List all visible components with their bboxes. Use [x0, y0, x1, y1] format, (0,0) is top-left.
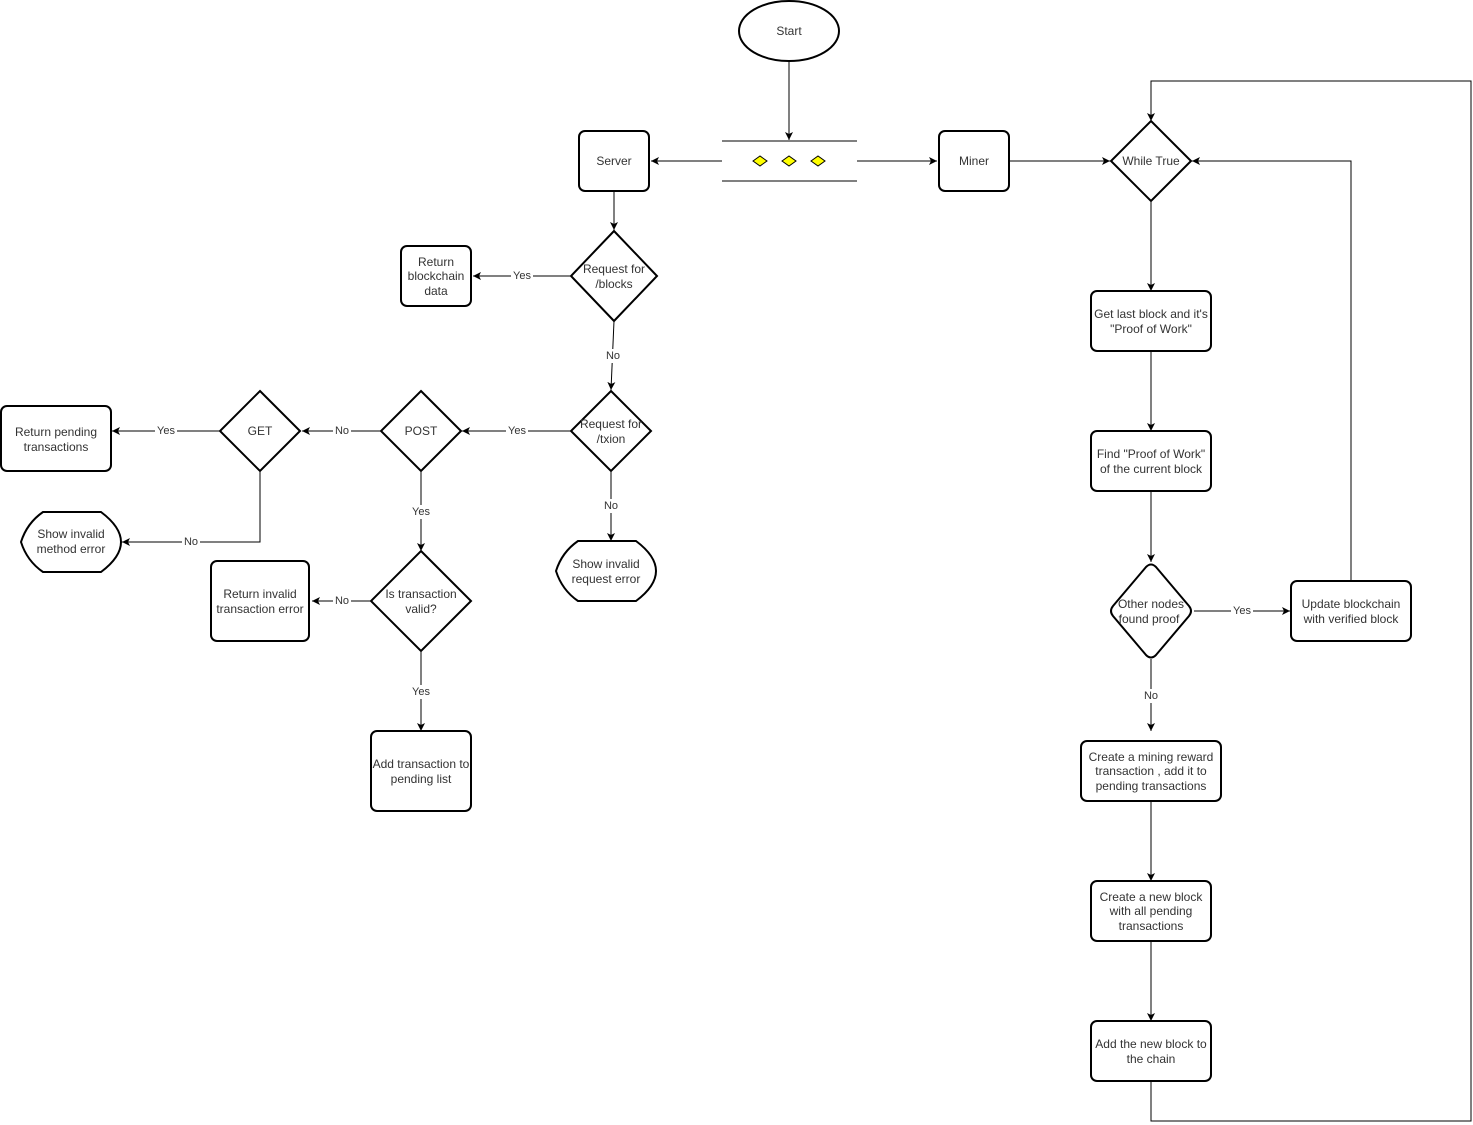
edge-labels: Yes No Yes No No Yes Yes No No Yes Yes N…	[155, 269, 1253, 703]
node-start[interactable]: Start	[738, 0, 840, 62]
svg-text:No: No	[1144, 690, 1158, 702]
node-invalid-request[interactable]: Show invalid request error	[554, 540, 658, 602]
find-pow-label-2: of the current block	[1100, 462, 1203, 476]
find-pow-label-1: Find "Proof of Work"	[1097, 447, 1205, 461]
start-label: Start	[776, 24, 802, 38]
svg-text:Yes: Yes	[1233, 605, 1251, 617]
node-update-blockchain[interactable]: Update blockchain with verified block	[1290, 580, 1412, 642]
svg-text:No: No	[606, 350, 620, 362]
fork-diamond-icon	[781, 155, 797, 167]
node-request-blocks[interactable]: Request for /blocks	[569, 229, 659, 323]
node-invalid-transaction[interactable]: Return invalid transaction error	[210, 560, 310, 642]
tx-valid-label-1: Is transaction	[385, 587, 456, 601]
fork-diamond-icon	[810, 155, 826, 167]
node-server[interactable]: Server	[578, 130, 650, 192]
edges	[112, 62, 1472, 1122]
return-blockchain-label-3: data	[424, 284, 448, 298]
mining-reward-label-1: Create a mining reward	[1089, 750, 1214, 764]
post-label: POST	[405, 424, 438, 438]
edge-label-post-no: No	[333, 424, 351, 438]
node-mining-reward[interactable]: Create a mining reward transaction , add…	[1080, 740, 1222, 802]
edge-label-valid-yes: Yes	[410, 685, 432, 699]
other-nodes-label-2: found proof	[1119, 612, 1180, 626]
new-block-label-1: Create a new block	[1100, 890, 1204, 904]
edge-label-other-no: No	[1142, 689, 1160, 703]
svg-text:No: No	[184, 536, 198, 548]
return-blockchain-label-2: blockchain	[408, 269, 465, 283]
fork-diamond-icon	[752, 155, 768, 167]
svg-text:Yes: Yes	[513, 270, 531, 282]
edge-label-post-yes: Yes	[410, 505, 432, 519]
svg-text:Yes: Yes	[412, 686, 430, 698]
request-txion-label-2: /txion	[597, 432, 626, 446]
svg-text:Yes: Yes	[157, 425, 175, 437]
get-last-block-label-1: Get last block and it's	[1094, 307, 1208, 321]
invalid-transaction-label-2: transaction error	[216, 602, 303, 616]
mining-reward-label-2: transaction , add it to	[1095, 764, 1207, 778]
invalid-request-label-1: Show invalid	[572, 557, 639, 571]
node-find-pow[interactable]: Find "Proof of Work" of the current bloc…	[1090, 430, 1212, 492]
flowchart-canvas: Yes No Yes No No Yes Yes No No Yes Yes N…	[0, 0, 1472, 1122]
svg-text:No: No	[335, 425, 349, 437]
request-txion-label-1: Request for	[580, 417, 642, 431]
add-block-label-2: the chain	[1127, 1052, 1176, 1066]
add-transaction-label-2: pending list	[391, 772, 452, 786]
node-post[interactable]: POST	[379, 389, 463, 473]
edge-label-other-yes: Yes	[1231, 604, 1253, 618]
new-block-label-2: with all pending	[1109, 904, 1193, 918]
node-return-pending[interactable]: Return pending transactions	[0, 405, 112, 472]
svg-text:No: No	[604, 500, 618, 512]
edge-label-txion-no: No	[602, 499, 620, 513]
svg-text:No: No	[335, 595, 349, 607]
return-pending-label-2: transactions	[24, 440, 89, 454]
node-invalid-method[interactable]: Show invalid method error	[19, 511, 123, 573]
update-blockchain-label-2: with verified block	[1303, 612, 1400, 626]
node-fork[interactable]	[722, 140, 857, 182]
server-label: Server	[596, 154, 631, 168]
invalid-method-label-1: Show invalid	[37, 527, 104, 541]
tx-valid-label-2: valid?	[405, 602, 437, 616]
node-other-nodes[interactable]: Other nodes found proof	[1110, 563, 1192, 659]
node-return-blockchain[interactable]: Return blockchain data	[400, 245, 472, 307]
add-transaction-label-1: Add transaction to	[373, 757, 470, 771]
invalid-method-label-2: method error	[37, 542, 106, 556]
new-block-label-3: transactions	[1119, 919, 1184, 933]
request-blocks-label-2: /blocks	[595, 277, 632, 291]
edge-update-while	[1192, 157, 1352, 581]
add-block-label-1: Add the new block to	[1095, 1037, 1207, 1051]
node-new-block[interactable]: Create a new block with all pending tran…	[1090, 880, 1212, 942]
edge-label-txion-yes: Yes	[506, 424, 528, 438]
update-blockchain-label-1: Update blockchain	[1302, 597, 1401, 611]
invalid-request-label-2: request error	[572, 572, 641, 586]
edge-label-get-no: No	[182, 535, 200, 549]
node-get-last-block[interactable]: Get last block and it's "Proof of Work"	[1090, 290, 1212, 352]
request-blocks-label-1: Request for	[583, 262, 645, 276]
invalid-transaction-label-1: Return invalid	[223, 587, 296, 601]
mining-reward-label-3: pending transactions	[1096, 779, 1207, 793]
get-last-block-label-2: "Proof of Work"	[1110, 322, 1192, 336]
edge-label-valid-no: No	[333, 594, 351, 608]
svg-text:Yes: Yes	[508, 425, 526, 437]
return-blockchain-label-1: Return	[418, 255, 454, 269]
node-while-true[interactable]: While True	[1109, 119, 1193, 203]
edge-label-blocks-no: No	[604, 349, 622, 363]
node-miner[interactable]: Miner	[938, 130, 1010, 192]
return-pending-label-1: Return pending	[15, 425, 97, 439]
get-label: GET	[248, 424, 273, 438]
svg-text:Yes: Yes	[412, 506, 430, 518]
node-tx-valid[interactable]: Is transaction valid?	[369, 549, 473, 653]
miner-label: Miner	[959, 154, 989, 168]
edge-label-get-yes: Yes	[155, 424, 177, 438]
edge-label-blocks-yes: Yes	[511, 269, 533, 283]
edge-get-invalidmethod	[122, 471, 261, 546]
while-true-label: While True	[1122, 154, 1180, 168]
node-request-txion[interactable]: Request for /txion	[569, 389, 653, 473]
node-add-transaction[interactable]: Add transaction to pending list	[370, 730, 472, 812]
node-get[interactable]: GET	[218, 389, 302, 473]
node-add-block[interactable]: Add the new block to the chain	[1090, 1020, 1212, 1082]
other-nodes-label-1: Other nodes	[1118, 597, 1184, 611]
